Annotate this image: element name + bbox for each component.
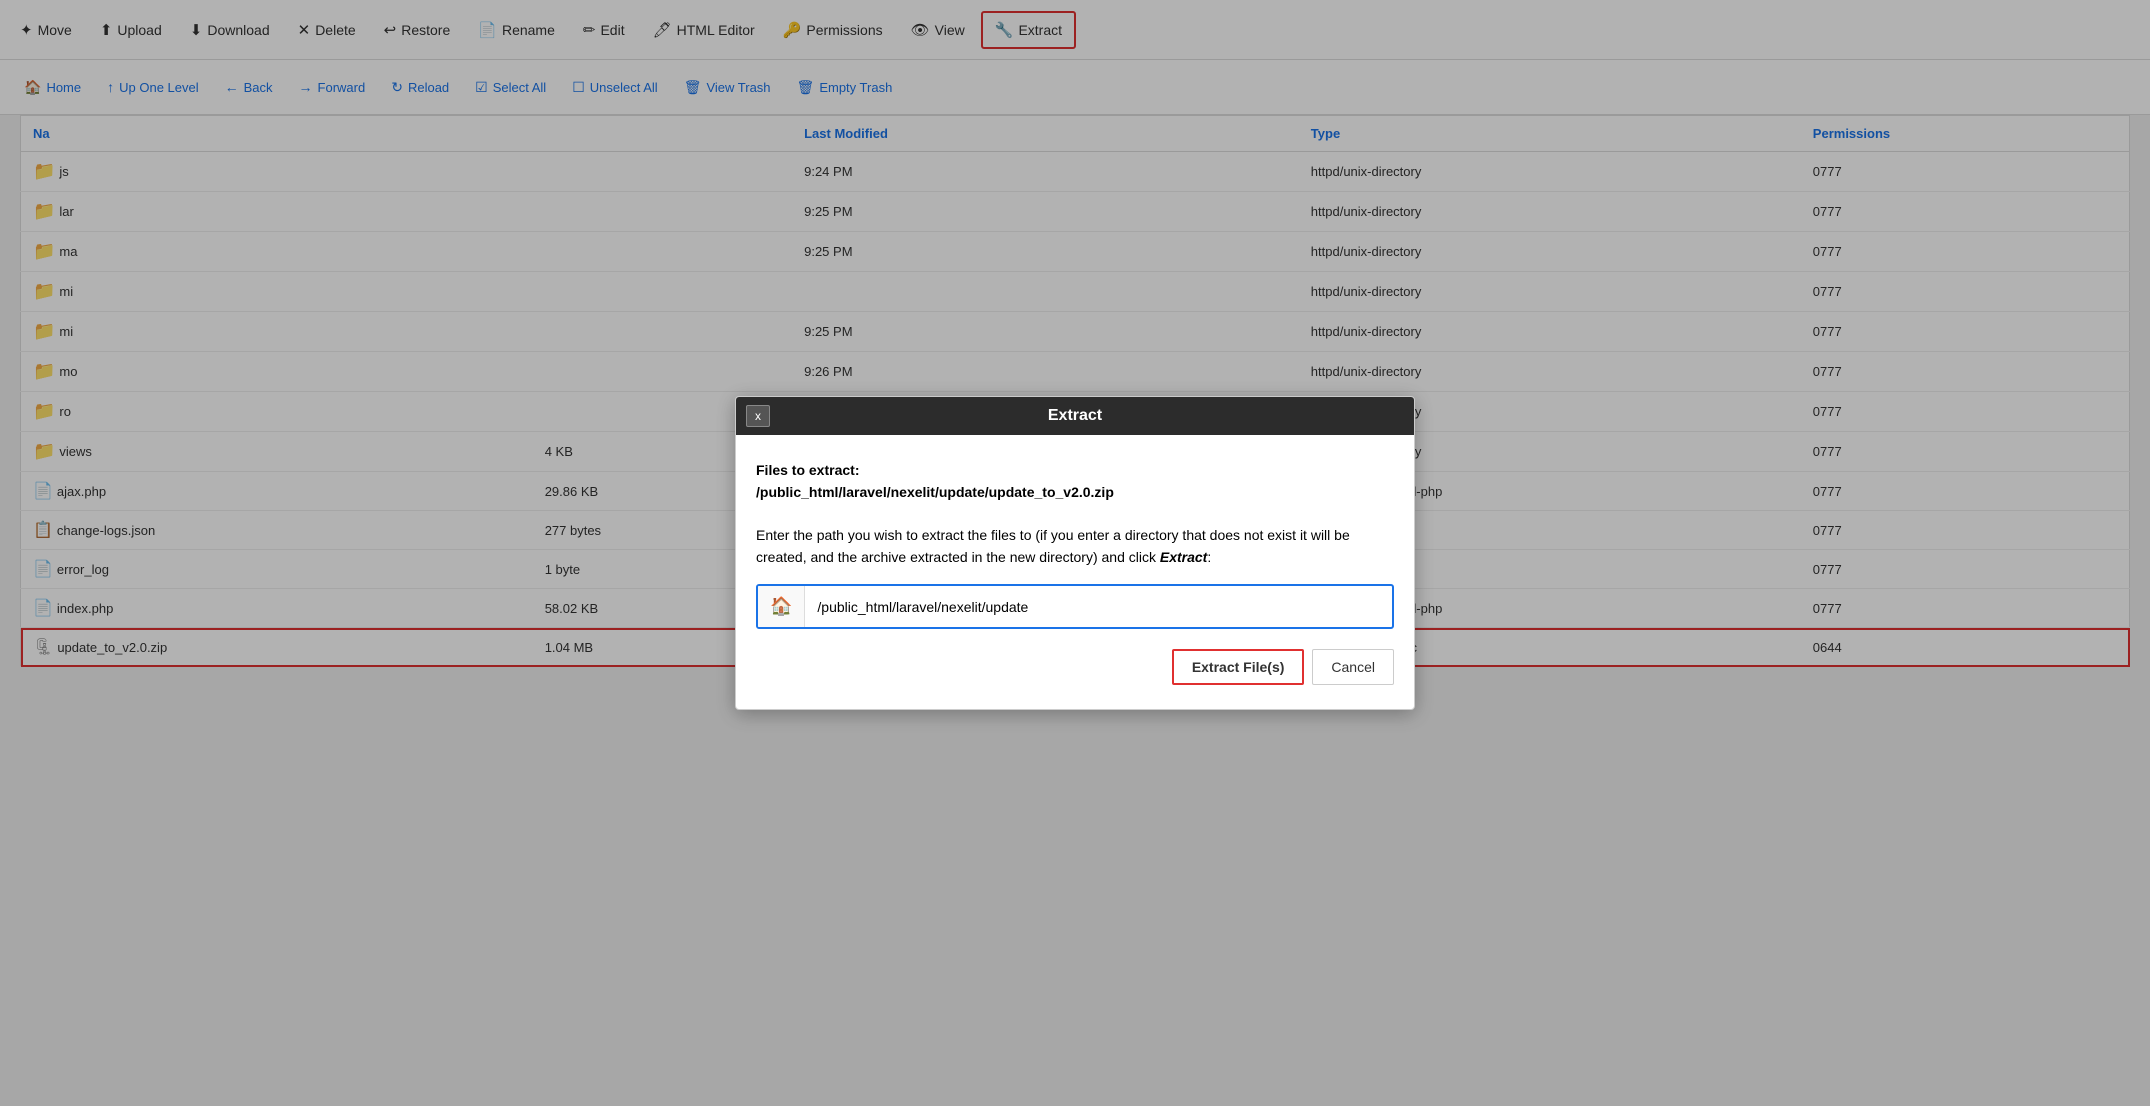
modal-instruction: Enter the path you wish to extract the f… <box>756 524 1394 569</box>
modal-files-info: Files to extract: /public_html/laravel/n… <box>756 459 1394 504</box>
modal-close-button[interactable]: x <box>746 405 770 427</box>
modal-footer: Extract File(s) Cancel <box>756 649 1394 689</box>
modal-title: Extract <box>1048 407 1102 425</box>
cancel-button[interactable]: Cancel <box>1312 649 1394 685</box>
extract-path-input[interactable] <box>805 589 1392 625</box>
modal-header: x Extract <box>736 397 1414 435</box>
modal-body: Files to extract: /public_html/laravel/n… <box>736 435 1414 710</box>
modal-input-row: 🏠 <box>756 584 1394 629</box>
extract-files-button[interactable]: Extract File(s) <box>1172 649 1305 685</box>
extract-modal: x Extract Files to extract: /public_html… <box>735 396 1415 711</box>
files-filepath: /public_html/laravel/nexelit/update/upda… <box>756 484 1114 500</box>
modal-overlay[interactable]: x Extract Files to extract: /public_html… <box>0 0 2150 1106</box>
files-to-extract-label: Files to extract: <box>756 462 859 478</box>
home-input-icon: 🏠 <box>758 586 805 627</box>
